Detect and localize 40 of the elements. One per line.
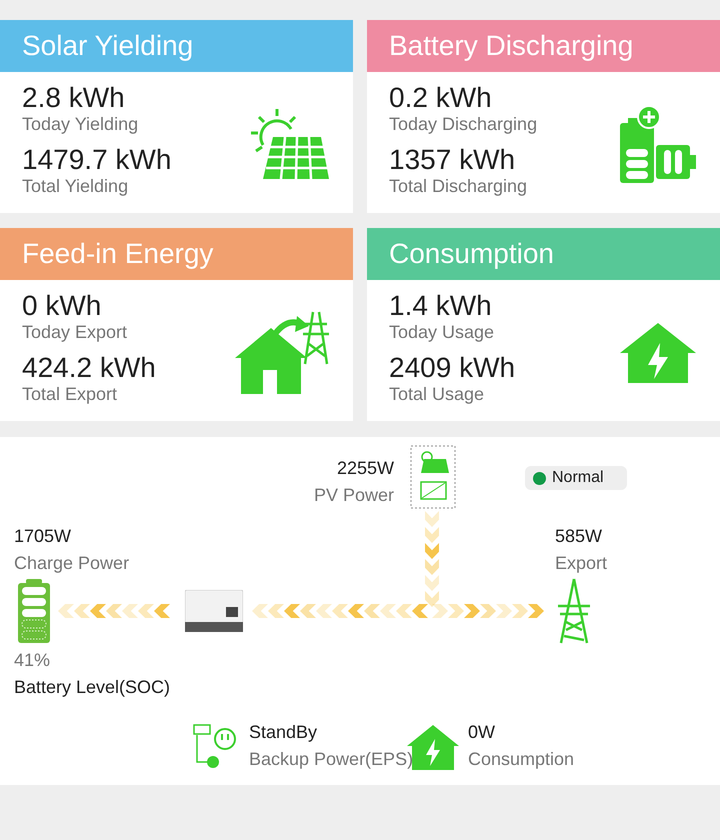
inverter-icon [185, 590, 243, 632]
battery-soc-value: 41% [14, 649, 50, 672]
card-title: Consumption [389, 238, 554, 270]
pv-power-label: PV Power [314, 484, 394, 507]
metric-value: 0.2 kWh [389, 82, 493, 112]
power-tower-icon [556, 578, 592, 644]
consumption-value: 0W [468, 721, 495, 744]
metric-value: 2409 kWh [389, 352, 516, 382]
metric-value: 1.4 kWh [389, 290, 493, 320]
metric-label: Today Yielding [22, 112, 140, 134]
metric-value: 1357 kWh [389, 144, 516, 174]
metric-label: Total Usage [389, 382, 486, 404]
consumption-label: Consumption [468, 748, 574, 771]
status-text: Normal [552, 469, 604, 487]
metric-label: Total Yielding [22, 174, 130, 196]
metric-label: Total Export [22, 382, 118, 404]
eps-label: Backup Power(EPS) [249, 748, 414, 771]
charge-power-label: Charge Power [14, 552, 130, 575]
pv-power-value: 2255W [337, 457, 394, 480]
export-label: Export [555, 552, 608, 575]
metric-value: 424.2 kWh [22, 352, 156, 382]
charge-power-value: 1705W [14, 525, 72, 548]
battery-icon [18, 579, 50, 643]
metric-label: Today Export [22, 320, 128, 342]
card-title: Solar Yielding [22, 30, 194, 62]
card-title: Feed-in Energy [22, 238, 214, 270]
metric-label: Today Discharging [389, 112, 538, 134]
metric-label: Today Usage [389, 320, 496, 342]
metric-label: Total Discharging [389, 174, 528, 196]
metric-value: 2.8 kWh [22, 82, 126, 112]
eps-socket-icon [193, 724, 237, 770]
eps-status-value: StandBy [249, 721, 318, 744]
battery-discharge-icon [618, 104, 698, 184]
metric-value: 0 kWh [22, 290, 102, 320]
export-value: 585W [555, 525, 602, 548]
metric-value: 1479.7 kWh [22, 144, 172, 174]
battery-soc-label: Battery Level(SOC) [14, 676, 170, 699]
house-lightning-icon [618, 320, 698, 384]
card-title: Battery Discharging [389, 30, 634, 62]
pv-inverter-icon [410, 445, 456, 509]
